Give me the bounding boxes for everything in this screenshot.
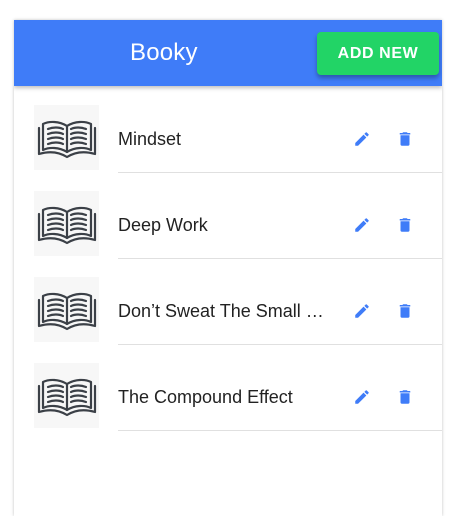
list-item[interactable]: Deep Work [14, 172, 442, 259]
app-bar: Booky ADD NEW [14, 20, 442, 86]
pencil-icon [355, 390, 369, 404]
book-title: Deep Work [118, 215, 208, 235]
book-title: Don’t Sweat The Small Stuff [118, 301, 333, 321]
delete-button[interactable] [393, 299, 417, 323]
divider [118, 430, 442, 431]
open-book-icon [37, 292, 96, 330]
book-list: Mindset Deep Work Don’t Sweat The Small … [14, 86, 442, 431]
delete-button[interactable] [393, 385, 417, 409]
trash-icon [399, 390, 411, 404]
edit-button[interactable] [350, 385, 374, 409]
list-item[interactable]: The Compound Effect [14, 344, 442, 431]
edit-button[interactable] [350, 127, 374, 151]
book-thumbnail [34, 277, 99, 342]
book-thumbnail [34, 105, 99, 170]
edit-button[interactable] [350, 213, 374, 237]
delete-button[interactable] [393, 127, 417, 151]
book-thumbnail [34, 363, 99, 428]
book-thumbnail [34, 191, 99, 256]
trash-icon [399, 218, 411, 232]
pencil-icon [355, 132, 369, 146]
page: Booky ADD NEW Mindset Deep Work Don’t Sw… [0, 0, 464, 516]
list-item[interactable]: Don’t Sweat The Small Stuff [14, 258, 442, 345]
book-title: Mindset [118, 129, 182, 149]
pencil-icon [355, 218, 369, 232]
app-panel: Booky ADD NEW Mindset Deep Work Don’t Sw… [14, 20, 442, 516]
app-title: Booky [130, 39, 198, 66]
open-book-icon [37, 378, 96, 416]
trash-icon [399, 132, 411, 146]
trash-icon [399, 304, 411, 318]
add-new-button[interactable]: ADD NEW [317, 32, 439, 75]
pencil-icon [355, 304, 369, 318]
edit-button[interactable] [350, 299, 374, 323]
list-item[interactable]: Mindset [14, 86, 442, 173]
open-book-icon [37, 120, 96, 158]
book-title: The Compound Effect [118, 387, 293, 407]
open-book-icon [37, 206, 96, 244]
delete-button[interactable] [393, 213, 417, 237]
